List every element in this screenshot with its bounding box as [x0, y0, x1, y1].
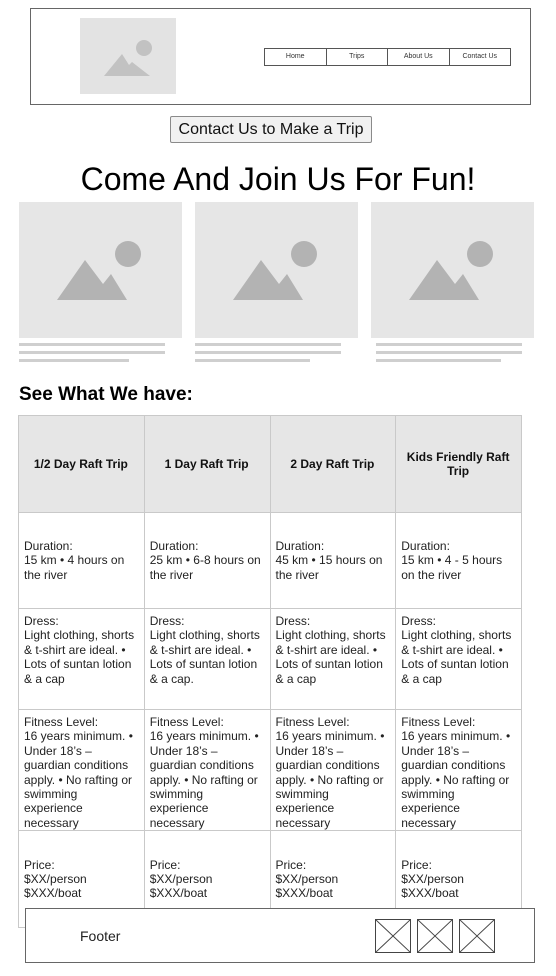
main-nav: Home Trips About Us Contact Us: [264, 48, 511, 66]
dress-cell: Dress: Light clothing, shorts & t-shirt …: [395, 608, 522, 710]
fitness-cell: Fitness Level: 16 years minimum. • Under…: [395, 708, 522, 832]
table-header-row: 1/2 Day Raft Trip 1 Day Raft Trip 2 Day …: [18, 415, 522, 513]
duration-cell: Duration: 15 km • 4 hours on the river: [18, 512, 145, 609]
fitness-cell: Fitness Level: 16 years minimum. • Under…: [269, 708, 397, 832]
dress-cell: Dress: Light clothing, shorts & t-shirt …: [18, 608, 145, 710]
social-link[interactable]: [375, 919, 411, 953]
footer-label: Footer: [80, 928, 121, 944]
table-row-fitness: Fitness Level: 16 years minimum. • Under…: [18, 708, 522, 832]
image-placeholder-icon: [104, 40, 152, 76]
trip-name-header: 2 Day Raft Trip: [269, 415, 397, 513]
trips-table: 1/2 Day Raft Trip 1 Day Raft Trip 2 Day …: [18, 415, 522, 929]
nav-about-us[interactable]: About Us: [388, 49, 450, 65]
trip-name-header: Kids Friendly Raft Trip: [395, 415, 522, 513]
fitness-cell: Fitness Level: 16 years minimum. • Under…: [18, 708, 145, 832]
dress-cell: Dress: Light clothing, shorts & t-shirt …: [143, 608, 271, 710]
logo-image-placeholder: [80, 18, 176, 94]
trip-name-header: 1 Day Raft Trip: [143, 415, 271, 513]
image-missing-icon: [375, 919, 411, 953]
hero-title: Come And Join Us For Fun!: [80, 161, 476, 197]
duration-cell: Duration: 15 km • 4 - 5 hours on the riv…: [395, 512, 522, 609]
nav-trips[interactable]: Trips: [327, 49, 388, 65]
card-image-placeholder: [19, 202, 182, 338]
table-row-dress: Dress: Light clothing, shorts & t-shirt …: [18, 608, 522, 710]
nav-contact-us[interactable]: Contact Us: [450, 49, 511, 65]
fitness-cell: Fitness Level: 16 years minimum. • Under…: [143, 708, 271, 832]
duration-cell: Duration: 25 km • 6-8 hours on the river: [143, 512, 271, 609]
card-image-placeholder: [371, 202, 534, 338]
duration-cell: Duration: 45 km • 15 hours on the river: [269, 512, 397, 609]
trip-name-header: 1/2 Day Raft Trip: [18, 415, 145, 513]
social-link[interactable]: [459, 919, 495, 953]
image-placeholder-icon: [409, 241, 493, 300]
table-row-duration: Duration: 15 km • 4 hours on the river D…: [18, 512, 522, 609]
contact-cta-button[interactable]: Contact Us to Make a Trip: [170, 116, 372, 143]
section-title: See What We have:: [19, 384, 193, 405]
dress-cell: Dress: Light clothing, shorts & t-shirt …: [269, 608, 397, 710]
image-placeholder-icon: [57, 241, 141, 300]
social-link[interactable]: [417, 919, 453, 953]
image-missing-icon: [459, 919, 495, 953]
card-image-placeholder: [195, 202, 358, 338]
image-placeholder-icon: [233, 241, 317, 300]
nav-home[interactable]: Home: [265, 49, 327, 65]
image-missing-icon: [417, 919, 453, 953]
